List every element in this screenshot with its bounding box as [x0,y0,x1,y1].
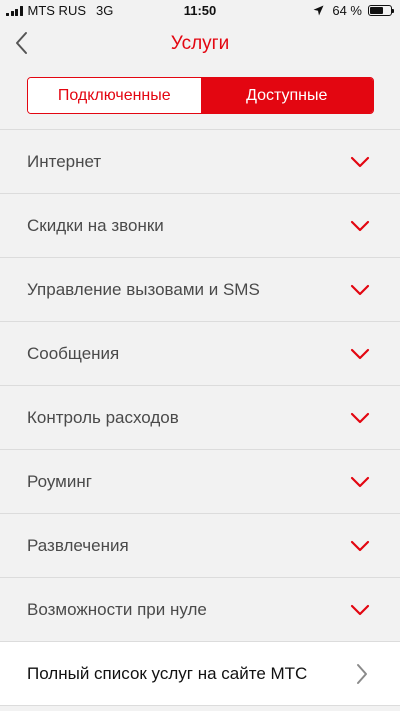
category-entertainment[interactable]: Развлечения [0,514,400,578]
category-label: Развлечения [27,535,129,555]
chevron-down-icon [350,604,370,616]
chevron-down-icon [350,156,370,168]
full-list-label: Полный список услуг на сайте МТС [27,663,308,683]
category-label: Скидки на звонки [27,215,164,235]
tab-connected[interactable]: Подключенные [28,78,201,113]
battery-icon [368,5,394,16]
category-messages[interactable]: Сообщения [0,322,400,386]
category-label: Контроль расходов [27,407,179,427]
location-arrow-icon [313,5,324,16]
category-label: Роуминг [27,471,92,491]
category-spending-control[interactable]: Контроль расходов [0,386,400,450]
chevron-down-icon [350,284,370,296]
nav-bar: Услуги [0,22,400,66]
chevron-down-icon [350,540,370,552]
category-call-sms-management[interactable]: Управление вызовами и SMS [0,258,400,322]
battery-percent: 64 % [332,3,362,18]
chevron-down-icon [350,412,370,424]
chevron-right-icon [357,664,367,684]
category-label: Возможности при нуле [27,599,207,619]
services-list: Интернет Скидки на звонки Управление выз… [0,129,400,706]
category-internet[interactable]: Интернет [0,130,400,194]
chevron-down-icon [350,220,370,232]
category-label: Сообщения [27,343,120,363]
category-zero-balance[interactable]: Возможности при нуле [0,578,400,642]
full-services-list-link[interactable]: Полный список услуг на сайте МТС [0,642,400,706]
tab-available[interactable]: Доступные [200,78,373,113]
page-title: Услуги [170,33,230,54]
status-right: 64 % [313,3,394,18]
chevron-down-icon [350,348,370,360]
category-label: Управление вызовами и SMS [27,279,260,299]
chevron-down-icon [350,476,370,488]
category-roaming[interactable]: Роуминг [0,450,400,514]
category-label: Интернет [27,151,102,171]
battery-level [370,7,383,14]
category-call-discounts[interactable]: Скидки на звонки [0,194,400,258]
status-bar: MTS RUS 3G 11:50 64 % [0,0,400,22]
segmented-control: Подключенные Доступные [27,77,374,114]
